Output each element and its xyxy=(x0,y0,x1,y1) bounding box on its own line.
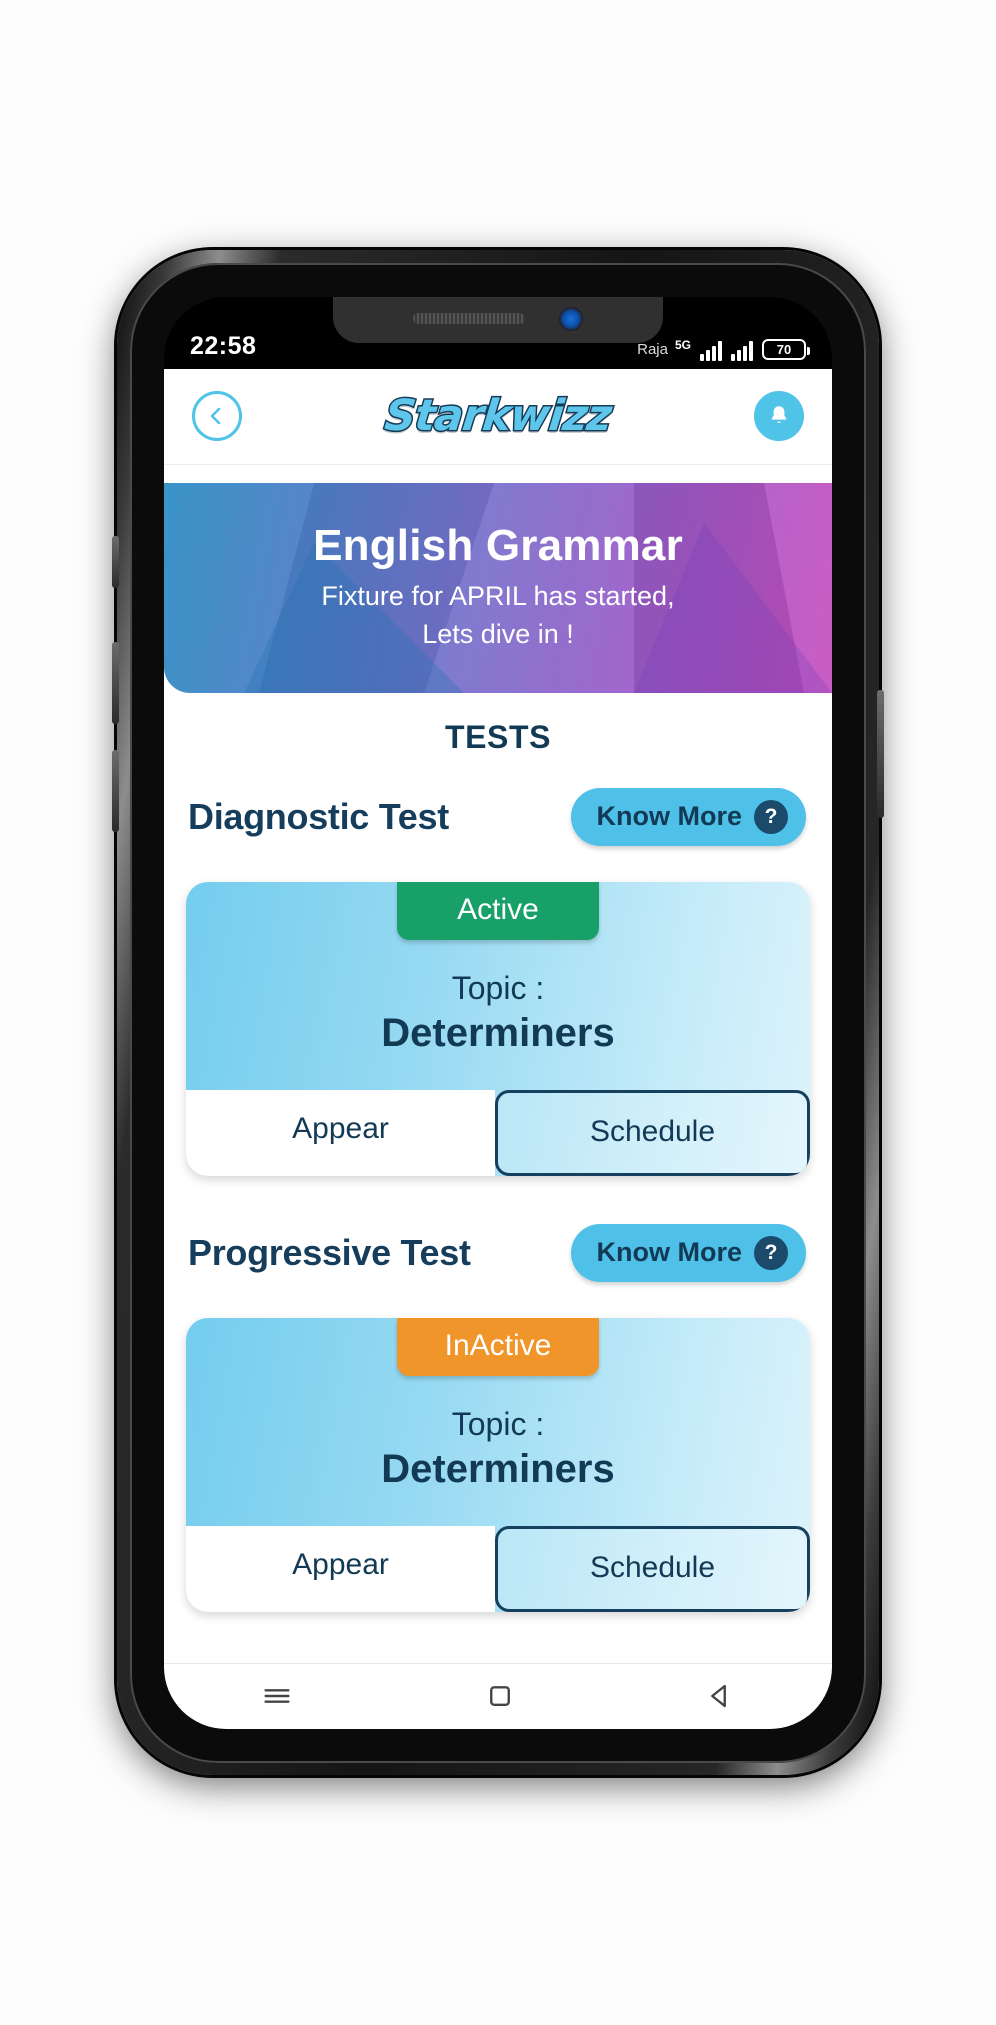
hamburger-icon xyxy=(264,1689,290,1703)
android-nav-bar xyxy=(164,1662,832,1729)
section-title-tests: TESTS xyxy=(444,718,552,755)
volume-up-button[interactable] xyxy=(112,642,119,724)
know-more-label-2: Know More xyxy=(596,1237,743,1267)
test-card-progressive: InActive Topic : Determiners Appear Sche… xyxy=(186,1317,810,1612)
question-mark-icon-2: ? xyxy=(754,1235,788,1270)
card-actions: Appear Schedule xyxy=(186,1089,810,1176)
app-logo: Starkwizz xyxy=(381,390,615,443)
power-button[interactable] xyxy=(877,690,884,818)
screenshot-stage: 22:58 Raja 5G 70 Starkwizz English Gramm… xyxy=(0,0,996,2025)
phone-bezel: 22:58 Raja 5G 70 Starkwizz English Gramm… xyxy=(130,262,866,1763)
notch xyxy=(333,296,663,343)
status-badge-active: Active xyxy=(397,881,599,940)
question-mark-icon: ? xyxy=(754,799,788,834)
back-nav-button[interactable] xyxy=(706,1681,736,1711)
test-row-progressive: Progressive Test Know More ? xyxy=(164,1176,832,1296)
know-more-label: Know More xyxy=(596,801,743,831)
battery-icon: 70 xyxy=(762,338,810,360)
hero-title: English Grammar xyxy=(313,521,683,571)
app-content: Starkwizz English Grammar Fixture for AP… xyxy=(164,368,832,1663)
home-button[interactable] xyxy=(485,1681,515,1711)
card-actions-2: Appear Schedule xyxy=(186,1525,810,1612)
know-more-button-progressive[interactable]: Know More ? xyxy=(570,1223,806,1282)
appear-button-progressive[interactable]: Appear xyxy=(186,1525,495,1612)
hero-subtitle-line2: Lets dive in ! xyxy=(422,618,574,649)
test-name-progressive: Progressive Test xyxy=(188,1231,471,1273)
notifications-button[interactable] xyxy=(754,391,804,441)
volume-down-button[interactable] xyxy=(112,750,119,832)
topic-value-2: Determiners xyxy=(381,1446,615,1491)
status-badge-inactive: InActive xyxy=(397,1317,599,1376)
triangle-back-icon xyxy=(711,1684,727,1708)
status-icons: Raja 5G 70 xyxy=(637,337,810,361)
square-icon xyxy=(490,1686,510,1706)
hero-banner: English Grammar Fixture for APRIL has st… xyxy=(164,482,832,693)
topic-label: Topic : xyxy=(451,969,545,1006)
topic-value: Determiners xyxy=(381,1010,615,1055)
appear-button-diagnostic[interactable]: Appear xyxy=(186,1089,495,1176)
network-type-label: 5G xyxy=(674,337,691,352)
schedule-button-progressive[interactable]: Schedule xyxy=(495,1525,810,1612)
test-row-diagnostic: Diagnostic Test Know More ? xyxy=(164,774,832,860)
signal-bars-icon xyxy=(700,339,722,361)
test-name-diagnostic: Diagnostic Test xyxy=(188,795,449,837)
recents-button[interactable] xyxy=(260,1679,294,1713)
chevron-left-icon xyxy=(210,407,221,425)
signal-bars-icon-2 xyxy=(731,339,753,361)
status-time: 22:58 xyxy=(190,331,257,360)
schedule-button-diagnostic[interactable]: Schedule xyxy=(495,1089,810,1176)
front-camera-icon xyxy=(559,306,583,331)
test-card-diagnostic: Active Topic : Determiners Appear Schedu… xyxy=(186,881,810,1176)
back-button[interactable] xyxy=(192,391,242,441)
bell-icon xyxy=(771,406,787,424)
hero-subtitle-line1: Fixture for APRIL has started, xyxy=(321,581,675,612)
carrier-label: Raja xyxy=(637,340,668,358)
battery-level-label: 70 xyxy=(776,341,792,357)
phone-frame: 22:58 Raja 5G 70 Starkwizz English Gramm… xyxy=(112,250,884,1775)
app-header: Starkwizz xyxy=(164,368,832,465)
silent-switch[interactable] xyxy=(112,536,119,588)
phone-screen: 22:58 Raja 5G 70 Starkwizz English Gramm… xyxy=(164,296,832,1729)
know-more-button-diagnostic[interactable]: Know More ? xyxy=(570,787,806,846)
topic-label-2: Topic : xyxy=(451,1405,545,1442)
status-bar: 22:58 Raja 5G 70 xyxy=(164,296,832,369)
earpiece-speaker xyxy=(413,313,525,324)
